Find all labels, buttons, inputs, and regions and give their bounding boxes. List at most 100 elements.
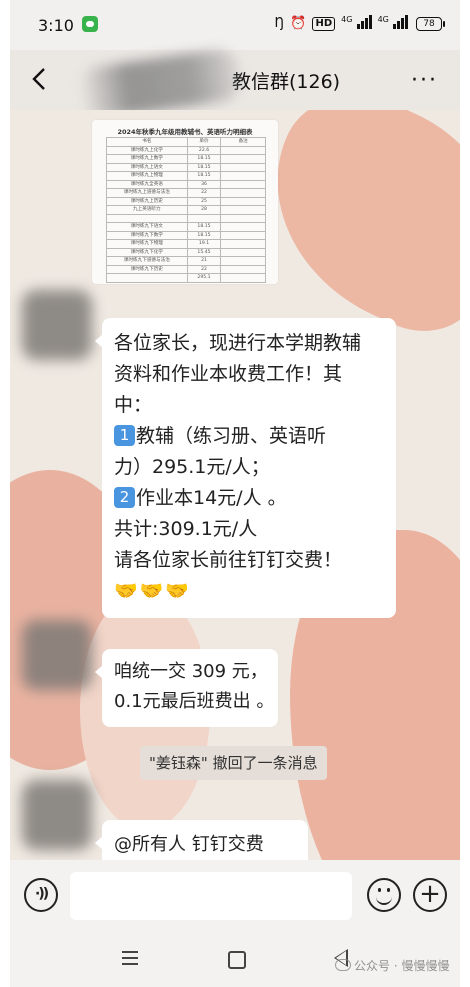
message-line-item-2: 2 作业本14元/人 。 — [114, 483, 394, 514]
table-cell: 18.15 — [186, 171, 222, 181]
table-row: 课时练九下物理 19.1 — [106, 239, 266, 249]
chat-title: 教信群(126) — [232, 71, 341, 93]
home-icon[interactable] — [228, 951, 246, 969]
more-functions-button[interactable]: + — [413, 878, 447, 912]
table-cell — [220, 247, 266, 257]
table-row: 课时练九全英语 36 — [106, 179, 266, 189]
message-input[interactable] — [70, 872, 352, 920]
recall-notice: "姜钰森" 撤回了一条消息 — [140, 746, 327, 780]
table-cell — [220, 154, 266, 164]
column-header: 备注 — [220, 137, 266, 147]
voice-icon: ·)) — [35, 886, 49, 902]
item-2-text: 作业本14元/人 。 — [136, 487, 287, 509]
table-cell: 18.15 — [186, 162, 222, 172]
nfc-icon: Ŋ — [274, 16, 285, 31]
reply-text: 咱统一交 309 元， 0.1元最后班费出 。 — [114, 657, 274, 717]
status-bar: 3:10 Ŋ ⏰ HD 4G 4G 78 — [10, 0, 460, 50]
table-cell: 课时练九下语文 — [106, 222, 188, 232]
smile-icon-eyes — [377, 888, 391, 893]
table-cell — [106, 273, 188, 283]
table-cell: 21 — [186, 256, 222, 266]
table-cell: 22 — [186, 264, 222, 274]
table-cell — [220, 213, 266, 223]
emoji-button[interactable] — [367, 878, 401, 912]
sender-avatar[interactable] — [22, 780, 92, 850]
table-cell: 课时练九上语文 — [106, 162, 188, 172]
table-cell: 课时练九上历史 — [106, 196, 188, 206]
table-cell — [220, 264, 266, 274]
table-cell — [220, 239, 266, 249]
phone-screen: 3:10 Ŋ ⏰ HD 4G 4G 78 教信群(126) ··· 2024年秋… — [10, 0, 460, 987]
table-cell — [186, 213, 222, 223]
more-options-icon[interactable]: ··· — [411, 68, 438, 93]
table-cell — [220, 256, 266, 266]
number-two-icon: 2 — [114, 487, 135, 508]
table-row: 课时练九上道德与法治 22 — [106, 188, 266, 198]
table-body: 课时练九上化学 22.6 课时练九上数学 18.15 课时练九上语文 18.15 课时练九上… — [106, 145, 266, 283]
alarm-icon: ⏰ — [290, 16, 307, 31]
sheet-title: 2024年秋季九年级用教辅书、英语听力明细表 — [117, 128, 253, 136]
handshake-emoji-icons: 🤝🤝🤝 — [114, 580, 191, 602]
status-icons: Ŋ ⏰ HD 4G 4G 78 — [274, 15, 445, 33]
sender-avatar[interactable] — [22, 620, 92, 690]
table-cell — [220, 145, 266, 155]
table-row: 课时练九下化学 15.45 — [106, 247, 266, 257]
back-arrow-icon[interactable] — [28, 66, 54, 92]
table-cell: 15.45 — [186, 247, 222, 257]
network-label-2: 4G — [377, 15, 389, 24]
message-bubble-reply[interactable]: 咱统一交 309 元， 0.1元最后班费出 。 — [95, 649, 278, 727]
item-1-text: 教辅（练习册、英语听 — [136, 425, 327, 447]
table-row: 课时练九下道德与法治 21 — [106, 256, 266, 266]
table-cell — [220, 205, 266, 215]
table-cell — [106, 213, 188, 223]
table-cell: 25 — [186, 196, 222, 206]
table-cell: 22.6 — [186, 145, 222, 155]
signal-icon-2: 4G — [378, 15, 408, 33]
table-cell: 36 — [186, 179, 222, 189]
image-message-spreadsheet[interactable]: 2024年秋季九年级用教辅书、英语听力明细表 书名 单价 备注 课时练九上化学 2… — [92, 120, 278, 284]
table-cell: 295.1 — [186, 273, 222, 283]
table-row: 课时练九上语文 18.15 — [106, 162, 266, 172]
voice-input-button[interactable]: ·)) — [24, 878, 58, 912]
recent-apps-icon[interactable] — [122, 951, 138, 965]
table-cell: 22 — [186, 188, 222, 198]
table-cell: 九上英语听力 — [106, 205, 188, 215]
status-time: 3:10 — [38, 16, 74, 35]
watermark-text: 公众号 · 慢慢慢慢 — [354, 959, 450, 973]
table-cell — [220, 230, 266, 240]
chat-header: 教信群(126) ··· — [10, 47, 460, 121]
table-cell — [220, 222, 266, 232]
input-bar: ·)) + — [10, 860, 460, 935]
number-one-icon: 1 — [114, 425, 135, 446]
system-navigation-bar: 公众号 · 慢慢慢慢 — [10, 935, 460, 987]
total-line: 共计:309.1元/人 — [114, 518, 258, 540]
sender-avatar[interactable] — [22, 290, 92, 360]
table-cell: 课时练九上数学 — [106, 154, 188, 164]
table-row: 295.1 — [106, 273, 266, 283]
table-cell: 课时练九下历史 — [106, 264, 188, 274]
table-cell: 课时练九下物理 — [106, 239, 188, 249]
table-cell: 课时练九全英语 — [106, 179, 188, 189]
table-cell: 19.1 — [186, 239, 222, 249]
table-cell — [220, 196, 266, 206]
table-cell: 课时练九上化学 — [106, 145, 188, 155]
table-cell — [220, 179, 266, 189]
message-line: 力）295.1元/人； — [114, 456, 270, 478]
table-cell — [220, 273, 266, 283]
smile-icon-mouth — [376, 896, 392, 905]
table-cell: 课时练九上物理 — [106, 171, 188, 181]
table-row: 课时练九上历史 25 — [106, 196, 266, 206]
message-bubble-announcement[interactable]: 各位家长，现进行本学期教辅 资料和作业本收费工作！其 中： 1 教辅（练习册、英语… — [95, 318, 396, 618]
table-cell: 18.15 — [186, 154, 222, 164]
column-header: 书名 — [106, 137, 188, 147]
table-row — [106, 213, 266, 223]
table-row: 课时练九下数学 18.15 — [106, 230, 266, 240]
at-all-text: @所有人 钉钉交费 — [114, 834, 264, 855]
signal-icon-1: 4G — [341, 15, 372, 33]
column-header: 单价 — [186, 137, 222, 147]
wechat-official-account-icon — [335, 959, 351, 971]
table-row: 九上英语听力 28 — [106, 205, 266, 215]
message-line: 咱统一交 309 元， — [114, 661, 268, 682]
table-cell: 课时练九下道德与法治 — [106, 256, 188, 266]
table-cell — [220, 171, 266, 181]
